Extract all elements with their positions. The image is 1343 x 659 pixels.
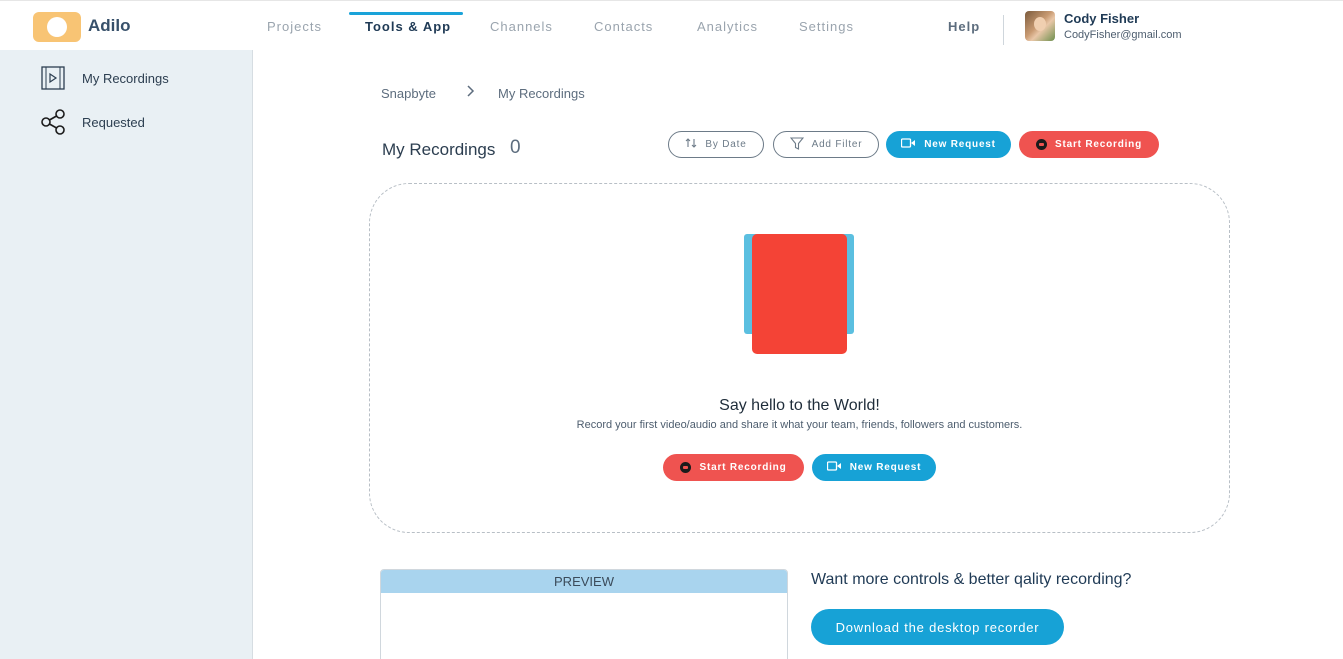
video-camera-icon [901, 138, 916, 151]
sidebar: My Recordings Requested [0, 50, 253, 659]
sidebar-item-label: Requested [82, 114, 145, 130]
divider [1003, 15, 1004, 45]
video-camera-icon [826, 461, 842, 474]
sidebar-item-requested[interactable]: Requested [40, 108, 145, 136]
nav-channels[interactable]: Channels [490, 19, 553, 34]
user-email: CodyFisher@gmail.com [1064, 29, 1182, 41]
app-logo[interactable] [33, 12, 81, 42]
preview-panel: PREVIEW [380, 569, 788, 659]
avatar[interactable] [1025, 11, 1055, 41]
user-name[interactable]: Cody Fisher [1064, 11, 1139, 26]
add-filter-button[interactable]: Add Filter [773, 131, 879, 158]
sort-icon [685, 137, 697, 152]
start-recording-label: Start Recording [1054, 139, 1142, 150]
record-icon [680, 462, 692, 473]
nav-analytics[interactable]: Analytics [697, 19, 758, 34]
preview-header: PREVIEW [381, 570, 787, 593]
download-desktop-recorder-button[interactable]: Download the desktop recorder [811, 609, 1064, 645]
chevron-right-icon [466, 84, 476, 100]
video-file-icon [40, 65, 66, 91]
help-link[interactable]: Help [948, 19, 980, 34]
app-name: Adilo [88, 16, 131, 35]
sort-label: By Date [705, 139, 747, 150]
empty-state-subtitle: Record your first video/audio and share … [576, 419, 1023, 431]
start-recording-button[interactable]: Start Recording [1019, 131, 1159, 158]
new-request-label: New Request [849, 462, 922, 473]
empty-start-recording-button[interactable]: Start Recording [663, 454, 804, 481]
nav-tools-app[interactable]: Tools & App [365, 19, 451, 34]
nav-settings[interactable]: Settings [799, 19, 854, 34]
cta-title: Want more controls & better qality recor… [811, 571, 1132, 588]
filter-icon [789, 136, 804, 153]
nav-contacts[interactable]: Contacts [594, 19, 653, 34]
record-icon [1035, 139, 1047, 150]
share-icon [40, 109, 66, 135]
sidebar-item-label: My Recordings [82, 70, 169, 86]
empty-illustration-front [752, 234, 847, 354]
new-request-button[interactable]: New Request [886, 131, 1011, 158]
filter-label: Add Filter [811, 139, 863, 150]
empty-new-request-button[interactable]: New Request [812, 454, 936, 481]
sidebar-item-my-recordings[interactable]: My Recordings [40, 64, 169, 92]
sort-by-date-button[interactable]: By Date [668, 131, 764, 158]
breadcrumb-root[interactable]: Snapbyte [381, 86, 436, 101]
nav-active-indicator [349, 12, 463, 15]
nav-projects[interactable]: Projects [267, 19, 322, 34]
start-recording-label: Start Recording [699, 462, 787, 473]
breadcrumb-current: My Recordings [498, 86, 585, 101]
recordings-count: 0 [510, 137, 521, 158]
top-bar: Adilo Projects Tools & App Channels Cont… [0, 0, 1343, 50]
page-title: My Recordings [382, 140, 496, 159]
new-request-label: New Request [924, 139, 996, 150]
empty-state-title: Say hello to the World! [719, 397, 880, 414]
